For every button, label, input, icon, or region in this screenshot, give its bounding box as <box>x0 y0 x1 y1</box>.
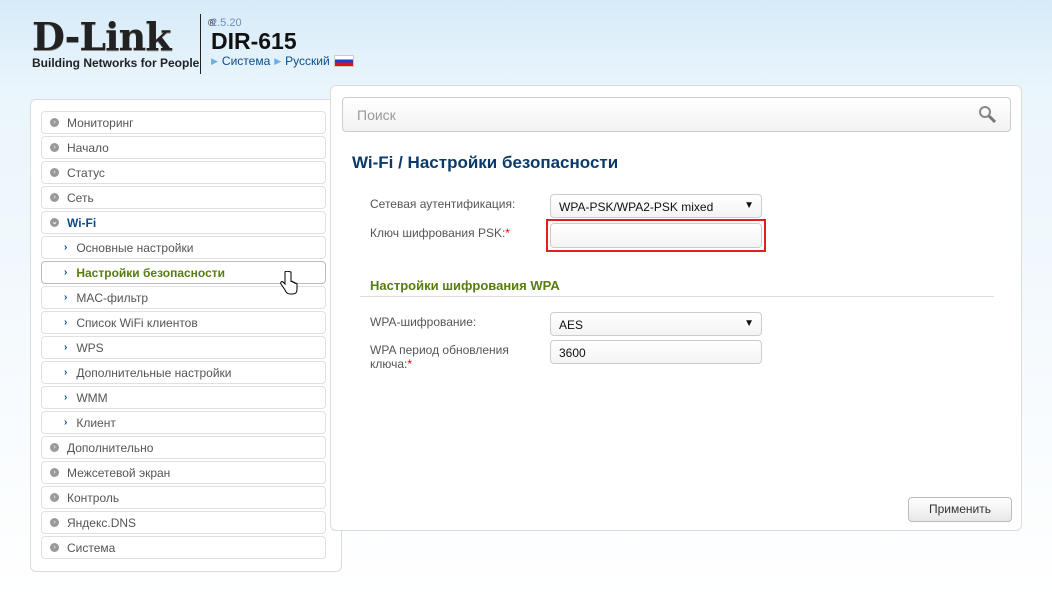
sidebar-item[interactable]: › Дополнительно <box>41 436 326 459</box>
psk-input[interactable] <box>550 223 762 248</box>
chevron-right-icon: › <box>50 543 59 552</box>
chevron-right-icon: › <box>50 518 59 527</box>
auth-select[interactable]: WPA-PSK/WPA2-PSK mixed ▼ <box>550 194 762 218</box>
sidebar-item[interactable]: › WPS <box>41 336 326 359</box>
enc-select[interactable]: AES ▼ <box>550 312 762 336</box>
chevron-right-icon: › <box>64 242 68 253</box>
chevron-down-icon: ⌄ <box>50 218 59 227</box>
arrow-icon: ▶ <box>211 55 218 66</box>
chevron-right-icon: › <box>64 342 68 353</box>
sidebar-item-label: Мониторинг <box>67 115 134 130</box>
search-placeholder: Поиск <box>357 107 396 123</box>
dropdown-arrow-icon: ▼ <box>744 318 754 329</box>
section-heading: Настройки шифрования WPA <box>370 278 560 293</box>
sidebar-item-label: Список WiFi клиентов <box>76 315 198 330</box>
sidebar-item[interactable]: › Межсетевой экран <box>41 461 326 484</box>
sidebar-item[interactable]: › Мониторинг <box>41 111 326 134</box>
sidebar-item-label: Начало <box>67 140 109 155</box>
sidebar-item[interactable]: › Система <box>41 536 326 559</box>
dropdown-arrow-icon: ▼ <box>744 200 754 211</box>
sidebar-item-label: Клиент <box>76 415 116 430</box>
chevron-right-icon: › <box>50 168 59 177</box>
apply-button[interactable]: Применить <box>908 497 1012 522</box>
main-panel: Поиск Wi-Fi / Настройки безопасности Сет… <box>330 85 1022 531</box>
model-name: DIR-615 <box>211 28 297 54</box>
period-label: WPA период обновления ключа:* <box>370 343 509 371</box>
sidebar-item-label: Сеть <box>67 190 94 205</box>
psk-label: Ключ шифрования PSK:* <box>370 226 510 240</box>
system-link[interactable]: Система <box>222 54 270 68</box>
header-links: ▶ Система ▶ Русский <box>211 54 354 68</box>
search-input[interactable]: Поиск <box>342 97 1011 132</box>
chevron-right-icon: › <box>50 143 59 152</box>
section-divider <box>360 296 994 297</box>
russian-flag-icon[interactable] <box>333 55 354 67</box>
sidebar-item[interactable]: › Основные настройки <box>41 236 326 259</box>
chevron-right-icon: › <box>50 193 59 202</box>
chevron-right-icon: › <box>50 468 59 477</box>
sidebar-item-label: Яндекс.DNS <box>67 515 137 530</box>
enc-label: WPA-шифрование: <box>370 315 477 329</box>
sidebar-item-label: Wi-Fi <box>67 215 97 230</box>
chevron-right-icon: › <box>50 493 59 502</box>
chevron-right-icon: › <box>50 118 59 127</box>
sidebar-item-label: Настройки безопасности <box>76 265 226 280</box>
sidebar-item[interactable]: › Начало <box>41 136 326 159</box>
sidebar-item-label: Дополнительно <box>67 440 154 455</box>
language-link[interactable]: Русский <box>285 54 330 68</box>
sidebar-item-label: Дополнительные настройки <box>76 365 232 380</box>
sidebar-item-label: Статус <box>67 165 105 180</box>
page-title: Wi-Fi / Настройки безопасности <box>352 153 619 172</box>
sidebar-item-label: Система <box>67 540 116 555</box>
sidebar-item[interactable]: › Список WiFi клиентов <box>41 311 326 334</box>
sidebar-item-label: WPS <box>76 340 104 355</box>
sidebar-item[interactable]: › Клиент <box>41 411 326 434</box>
sidebar-item-label: Контроль <box>67 490 120 505</box>
chevron-right-icon: › <box>64 267 68 278</box>
logo-tagline: Building Networks for People <box>32 56 200 70</box>
search-icon[interactable] <box>978 105 998 125</box>
sidebar-item[interactable]: › Яндекс.DNS <box>41 511 326 534</box>
sidebar-item[interactable]: › Контроль <box>41 486 326 509</box>
auth-value: WPA-PSK/WPA2-PSK mixed <box>559 200 714 214</box>
hand-cursor-icon <box>280 271 298 295</box>
sidebar-item[interactable]: › WMM <box>41 386 326 409</box>
arrow-icon: ▶ <box>274 55 282 66</box>
logo-text: D-Link <box>32 14 172 59</box>
chevron-right-icon: › <box>64 317 68 328</box>
chevron-right-icon: › <box>64 292 68 303</box>
chevron-right-icon: › <box>50 443 59 452</box>
sidebar-item-label: Основные настройки <box>76 240 194 255</box>
sidebar-item[interactable]: ⌄ Wi-Fi <box>41 211 326 234</box>
sidebar-item-label: Межсетевой экран <box>67 465 171 480</box>
chevron-right-icon: › <box>64 367 68 378</box>
chevron-right-icon: › <box>64 392 68 403</box>
header-divider <box>200 14 201 74</box>
sidebar-item[interactable]: › Дополнительные настройки <box>41 361 326 384</box>
dlink-logo: D-Link ® Building Networks for People <box>32 14 215 71</box>
enc-value: AES <box>559 318 584 332</box>
period-input[interactable]: 3600 <box>550 340 762 364</box>
sidebar-menu: › Мониторинг › Начало › Статус › Сеть ⌄ Wi-Fi › Осн… <box>30 99 342 572</box>
sidebar-item-label: WMM <box>76 390 108 405</box>
sidebar-item[interactable]: › Статус <box>41 161 326 184</box>
auth-label: Сетевая аутентификация: <box>370 197 516 211</box>
sidebar-item[interactable]: › Сеть <box>41 186 326 209</box>
chevron-right-icon: › <box>64 417 68 428</box>
sidebar-item-label: MAC-фильтр <box>76 290 149 305</box>
